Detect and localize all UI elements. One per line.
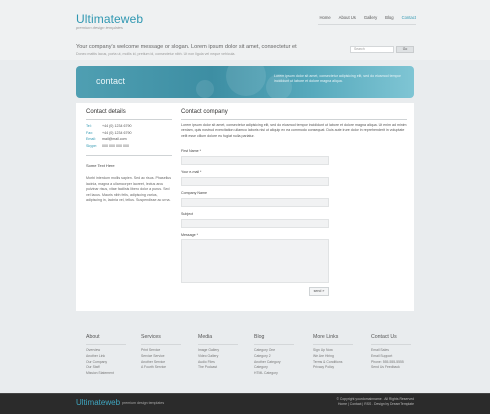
footer-divider	[254, 344, 294, 345]
nav-blog[interactable]: Blog	[385, 15, 393, 20]
footer-divider	[371, 344, 411, 345]
footer-heading: About	[86, 334, 100, 340]
side-subtitle: Some Text Here	[86, 163, 115, 168]
nav-about[interactable]: About Us	[339, 15, 356, 20]
footer-column-more-links: More Links Sign Up Now We Are Hiring Ter…	[313, 334, 363, 371]
footer-divider	[86, 344, 126, 345]
first-name-field[interactable]	[181, 156, 329, 165]
section-divider	[86, 155, 172, 156]
footer-divider	[313, 344, 353, 345]
skype-value: 000 000 000 000	[102, 143, 129, 148]
skype-label: Skype:	[86, 143, 97, 148]
footer-divider	[141, 344, 181, 345]
footer-link[interactable]: A Fourth Service	[141, 365, 191, 371]
contact-company-title: Contact company	[181, 109, 228, 115]
bottom-links[interactable]: Home | Contact | RSS . Design by DreamTe…	[336, 402, 414, 407]
contact-intro: Lorem ipsum dolor sit amet, consectetur …	[181, 123, 407, 138]
footer-link[interactable]: Mission Statement	[86, 371, 136, 377]
company-name-field[interactable]	[181, 198, 329, 207]
side-paragraph: Morbi interdum mollis sapien. Sed ac ris…	[86, 176, 172, 203]
welcome-message: Your company's welcome message or slogan…	[76, 44, 297, 50]
banner-title: contact	[96, 76, 126, 86]
footer-link[interactable]: Send Us Feedback	[371, 365, 421, 371]
contact-details-list: Tel: +44 (0) 1234 6790 Fax: +44 (0) 1234 6…	[86, 123, 131, 149]
message-textarea[interactable]	[181, 239, 329, 283]
subject-field[interactable]	[181, 219, 329, 228]
footer-column-about: About Overview Another Link Our Company …	[86, 334, 136, 377]
email-value[interactable]: mail@mail.com	[102, 137, 127, 141]
content-panel: Contact details Tel: +44 (0) 1234 6790 Fa…	[76, 103, 414, 311]
footer-link[interactable]: HTML Category	[254, 371, 304, 377]
banner-bubble-decoration	[196, 80, 214, 98]
subject-label: Subject	[181, 212, 193, 216]
nav-divider	[318, 24, 416, 25]
section-divider	[86, 119, 172, 120]
first-name-label: First Name *	[181, 149, 201, 153]
page-banner: contact Lorem ipsum dolor sit amet, cons…	[76, 66, 414, 98]
site-logo[interactable]: Ultimateweb	[76, 12, 143, 26]
email-field[interactable]	[181, 177, 329, 186]
welcome-subtext: Donec mattis lacus, porta ut, mollis id,…	[76, 52, 236, 56]
footer-heading: Blog	[254, 334, 265, 340]
email-field-label: Your e-mail *	[181, 170, 202, 174]
banner-bubble-decoration	[226, 66, 266, 96]
footer-tagline: premium design templates	[122, 401, 165, 405]
bottom-bar: Ultimateweb premium design templates © C…	[0, 393, 490, 414]
footer-heading: Contact Us	[371, 334, 397, 340]
site-header: Ultimateweb premium design templates Hom…	[0, 0, 490, 60]
message-label: Message *	[181, 233, 198, 237]
footer-divider	[198, 344, 238, 345]
banner-text: Lorem ipsum dolor sit amet, consectetur …	[274, 74, 401, 84]
footer-column-media: Media Image Gallery Video Gallery Audio …	[198, 334, 248, 371]
footer-heading: Services	[141, 334, 161, 340]
footer-logo[interactable]: Ultimateweb	[76, 398, 120, 407]
company-name-label: Company Name	[181, 191, 207, 195]
contact-details-title: Contact details	[86, 109, 126, 115]
footer-column-blog: Blog Category One Category 2 Another Cat…	[254, 334, 304, 377]
site-tagline: premium design templates	[76, 25, 123, 30]
copyright-block: © Copyright yourdomainname . All Rights …	[336, 397, 414, 407]
footer-heading: Media	[198, 334, 213, 340]
fax-value: +44 (0) 1234 6790	[102, 130, 132, 135]
nav-contact[interactable]: Contact	[402, 15, 416, 20]
footer-column-services: Services Print Service Service Service A…	[141, 334, 191, 371]
section-divider	[181, 119, 407, 120]
footer-heading: More Links	[313, 334, 339, 340]
nav-gallery[interactable]: Gallery	[364, 15, 377, 20]
main-nav: Home About Us Gallery Blog Contact	[320, 15, 417, 20]
nav-home[interactable]: Home	[320, 15, 331, 20]
footer-link[interactable]: The Podcast	[198, 365, 248, 371]
send-button[interactable]: send »	[309, 287, 329, 296]
footer-column-contact: Contact Us Email Sales Email Support Pho…	[371, 334, 421, 371]
bottom-bar-edge	[0, 393, 490, 394]
footer-link[interactable]: Privacy Policy	[313, 365, 363, 371]
search-input[interactable]: Search	[350, 46, 394, 53]
search-button[interactable]: Go	[396, 46, 414, 53]
tel-value: +44 (0) 1234 6790	[102, 124, 132, 128]
